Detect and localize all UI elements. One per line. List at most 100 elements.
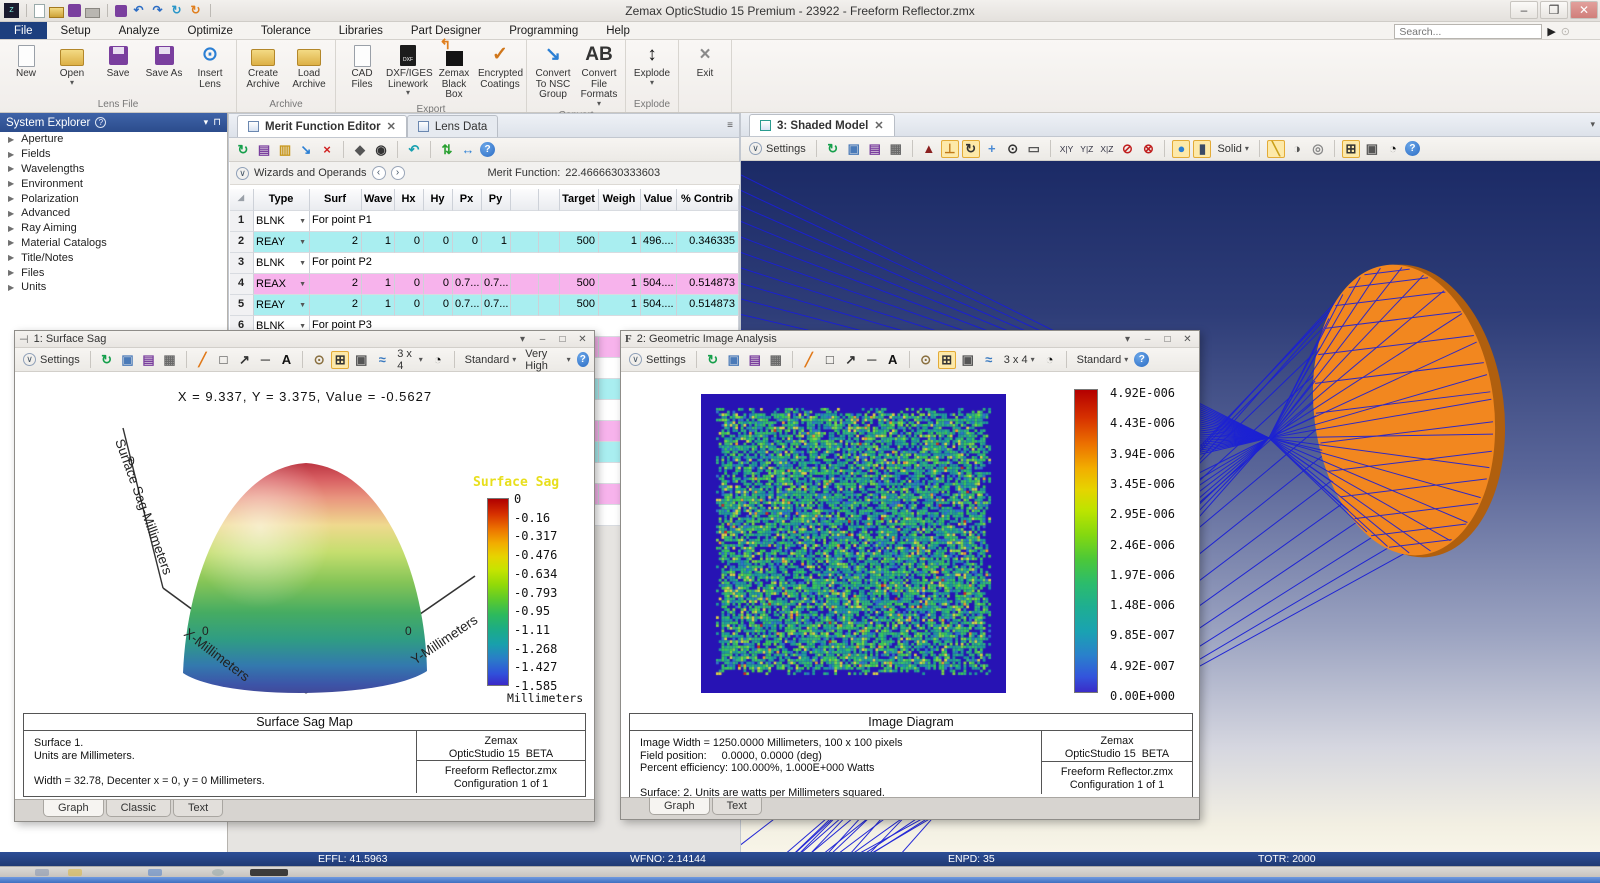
insert-operand-icon[interactable]: ↘: [297, 141, 315, 159]
table-cell[interactable]: 504....: [641, 274, 677, 295]
collapse-icon[interactable]: ▾: [204, 117, 209, 128]
layout-icon[interactable]: ⊞: [937, 350, 956, 369]
minimize-button[interactable]: –: [1510, 1, 1538, 19]
layout-icon[interactable]: ⊞: [331, 350, 350, 369]
taskbar-icon[interactable]: [148, 869, 162, 876]
table-cell[interactable]: [539, 232, 560, 253]
column-header[interactable]: Hx: [395, 189, 424, 211]
save-icon[interactable]: ▤: [866, 140, 884, 158]
arrow-icon[interactable]: ↗: [842, 351, 860, 369]
wizards-label[interactable]: Wizards and Operands: [254, 167, 367, 179]
open-button[interactable]: Open ▾: [49, 40, 95, 98]
lock-icon[interactable]: ⊙: [917, 351, 935, 369]
table-cell[interactable]: 0.346335: [677, 232, 739, 253]
ribbon-tab-libraries[interactable]: Libraries: [325, 22, 397, 39]
layers-icon[interactable]: ≈: [373, 351, 391, 369]
table-cell[interactable]: [539, 295, 560, 316]
plane-view-button[interactable]: X|Z: [1098, 144, 1115, 154]
column-header[interactable]: Py: [482, 189, 511, 211]
run-search-icon[interactable]: ▶: [1547, 25, 1555, 38]
delete-operand-icon[interactable]: ×: [318, 141, 336, 159]
prev-icon[interactable]: ‹: [371, 166, 386, 180]
table-cell[interactable]: [511, 274, 539, 295]
rect-icon[interactable]: □: [214, 351, 232, 369]
copy-window-icon[interactable]: ▣: [959, 351, 977, 369]
save-icon[interactable]: ▤: [255, 141, 273, 159]
column-header[interactable]: [539, 189, 560, 211]
explode-button[interactable]: ↕ Explode ▾: [629, 40, 675, 98]
tab-lens-data[interactable]: Lens Data: [406, 115, 499, 137]
table-cell[interactable]: 1: [599, 232, 641, 253]
background-icon[interactable]: ▮: [1193, 139, 1212, 158]
wrench-icon[interactable]: ╲: [1266, 139, 1285, 158]
sidebar-item-environment[interactable]: ▶ Environment: [0, 176, 227, 191]
minimize-icon[interactable]: –: [1140, 334, 1155, 345]
text-icon[interactable]: A: [277, 351, 295, 369]
tab-overflow-icon[interactable]: ▾: [1590, 119, 1595, 130]
refresh-icon[interactable]: ↻: [98, 351, 116, 369]
plane-view-button[interactable]: Y|Z: [1078, 144, 1095, 154]
close-icon[interactable]: ✕: [575, 334, 590, 345]
load-archive-button[interactable]: Load Archive: [286, 40, 332, 98]
help-icon[interactable]: ?: [95, 117, 107, 128]
table-cell[interactable]: 0.514873: [677, 295, 739, 316]
print-icon[interactable]: ▦: [161, 351, 179, 369]
target-icon[interactable]: ◉: [372, 141, 390, 159]
column-header[interactable]: Px: [453, 189, 482, 211]
table-cell[interactable]: 0: [395, 295, 424, 316]
chevron-down-icon[interactable]: ∨: [236, 166, 249, 180]
ribbon-tab-help[interactable]: Help: [592, 22, 644, 39]
column-header[interactable]: Target: [560, 189, 599, 211]
search-input[interactable]: [1394, 24, 1543, 39]
help-icon[interactable]: ?: [1404, 141, 1420, 156]
table-cell[interactable]: 0.514873: [677, 274, 739, 295]
sidebar-item-aperture[interactable]: ▶ Aperture: [0, 132, 227, 147]
ribbon-tab-setup[interactable]: Setup: [47, 22, 105, 39]
arrow-icon[interactable]: ↗: [235, 351, 253, 369]
table-cell[interactable]: 1: [362, 274, 395, 295]
pin-icon[interactable]: ⊓: [213, 117, 221, 128]
sidebar-item-files[interactable]: ▶ Files: [0, 265, 227, 280]
table-cell[interactable]: 0.7...: [453, 295, 482, 316]
insert-lens-button[interactable]: ⊙ Insert Lens: [187, 40, 233, 98]
tab-text[interactable]: Text: [711, 798, 762, 815]
ribbon-tab-programming[interactable]: Programming: [495, 22, 592, 39]
surface-sag-titlebar[interactable]: ⊣ 1: Surface Sag ▾ – □ ✕: [15, 331, 594, 348]
layout-icon[interactable]: ⊞: [1341, 139, 1360, 158]
save-button[interactable]: Save: [95, 40, 141, 98]
table-cell[interactable]: 1: [599, 295, 641, 316]
taskbar-icon[interactable]: [68, 869, 82, 876]
next-icon[interactable]: ›: [390, 166, 405, 180]
settings-button[interactable]: ∨ Settings: [626, 353, 689, 366]
pencil-icon[interactable]: ╱: [193, 351, 211, 369]
save-as-icon[interactable]: [115, 4, 127, 17]
open-file-icon[interactable]: [49, 6, 64, 18]
table-cell[interactable]: 0.7...: [482, 274, 511, 295]
copy-window-icon[interactable]: ▣: [352, 351, 370, 369]
taskbar-app-preview[interactable]: [250, 869, 288, 876]
save-icon[interactable]: ▤: [746, 351, 764, 369]
screenshot-icon[interactable]: ▭: [1025, 140, 1043, 158]
solid-mode-dropdown[interactable]: Solid ▾: [1214, 143, 1251, 155]
update-icon[interactable]: ↻: [169, 3, 184, 18]
table-cell[interactable]: 0: [453, 232, 482, 253]
column-header[interactable]: Type: [254, 189, 310, 211]
refresh-icon[interactable]: ↻: [824, 140, 842, 158]
update-all-icon[interactable]: ↻: [188, 3, 203, 18]
dxf/iges-linework-button[interactable]: DXF DXF/IGES Linework ▾: [385, 40, 433, 103]
table-row[interactable]: 1 BLNK ▼ For point P1: [230, 211, 739, 232]
text-icon[interactable]: A: [884, 351, 902, 369]
swap-icon[interactable]: ↔: [459, 141, 477, 159]
table-row[interactable]: 4 REAX ▼ 2 1 0 0 0.7... 0.7... 500 1 504.... 0.51487…: [230, 274, 739, 295]
sidebar-item-ray-aiming[interactable]: ▶ Ray Aiming: [0, 221, 227, 236]
refresh-icon[interactable]: ↻: [704, 351, 722, 369]
menu-icon[interactable]: ▾: [515, 334, 530, 345]
mode-dropdown[interactable]: Standard ▾: [462, 354, 520, 366]
create-archive-button[interactable]: Create Archive: [240, 40, 286, 98]
cad-files-button[interactable]: CAD Files: [339, 40, 385, 103]
column-header[interactable]: % Contrib: [677, 189, 739, 211]
sidebar-item-polarization[interactable]: ▶ Polarization: [0, 191, 227, 206]
exit-button[interactable]: × Exit: [682, 40, 728, 109]
close-icon[interactable]: ✕: [387, 120, 396, 133]
sidebar-item-advanced[interactable]: ▶ Advanced: [0, 206, 227, 221]
